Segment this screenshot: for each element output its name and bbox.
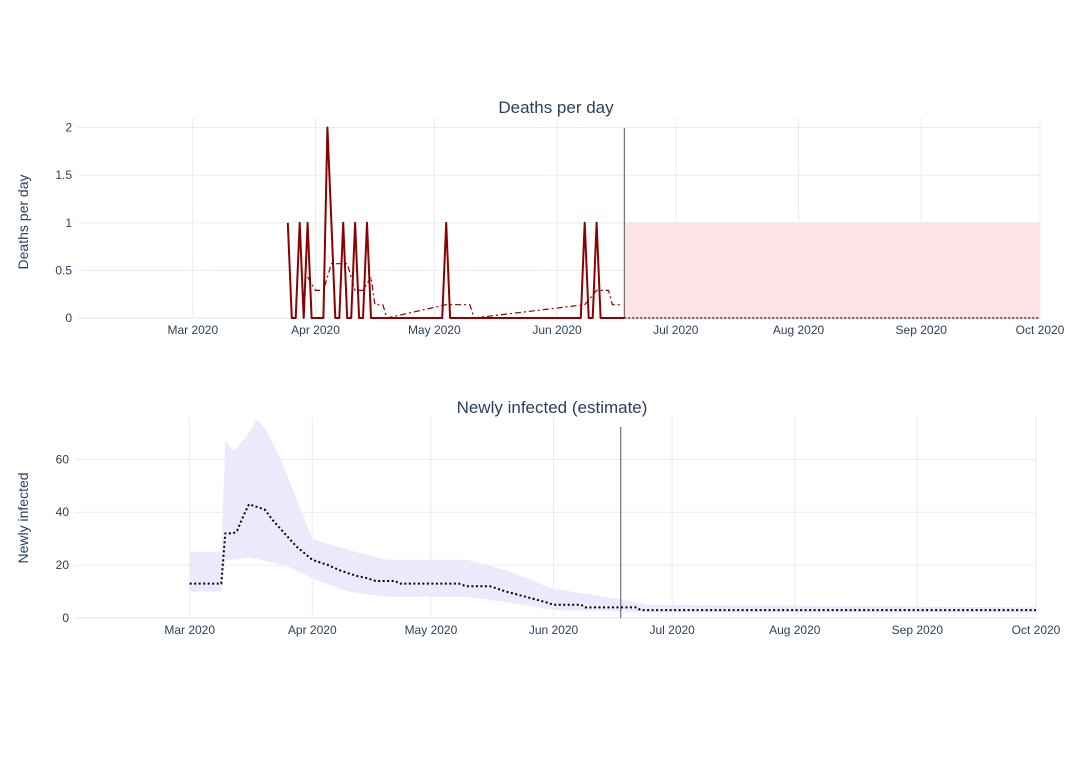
chart-2-plot: 0 20 40 60 Mar 2020 Apr 2020 May 2020 Jun 2020 J… (56, 417, 1061, 637)
chart-2-xtick: May 2020 (405, 623, 458, 637)
chart-1-ytick: 1.5 (55, 168, 72, 182)
chart-1-xtick: May 2020 (408, 323, 461, 337)
chart-1-smoothed-line (307, 263, 621, 319)
chart-2-xtick: Sep 2020 (892, 623, 944, 637)
chart-1-ytick: 0.5 (55, 263, 72, 277)
chart-1-ylabel: Deaths per day (15, 175, 31, 270)
chart-1-ytick: 2 (65, 121, 72, 135)
chart-2-xtick: Jul 2020 (649, 623, 695, 637)
chart-2-xtick: Mar 2020 (164, 623, 215, 637)
chart-1-xtick: Oct 2020 (1016, 323, 1065, 337)
chart-2-xtick: Apr 2020 (288, 623, 337, 637)
chart-1-xtick: Sep 2020 (896, 323, 948, 337)
chart-1-xtick: Mar 2020 (167, 323, 218, 337)
chart-2-xtick: Oct 2020 (1012, 623, 1061, 637)
charts-svg: Deaths per day Deaths per day Newly infe… (15, 98, 1065, 637)
chart-2-ytick: 60 (56, 452, 70, 466)
chart-2-ytick: 40 (56, 505, 70, 519)
chart-2-uncertainty-band (189, 419, 1036, 613)
chart-2-xtick: Jun 2020 (529, 623, 579, 637)
chart-1-ytick: 1 (65, 216, 72, 230)
chart-1-projection-band (624, 222, 1040, 318)
chart-2-ytick: 20 (56, 558, 70, 572)
chart-1-xtick: Jul 2020 (653, 323, 699, 337)
chart-1-plot: 0 0.5 1 1.5 2 Mar 2020 Apr 2020 May 2020 Jun 202… (55, 118, 1065, 337)
chart-1-xtick: Apr 2020 (291, 323, 340, 337)
chart-1-title: Deaths per day (498, 98, 614, 117)
chart-2-title: Newly infected (estimate) (457, 398, 648, 417)
chart-2-ylabel: Newly infected (15, 472, 31, 563)
chart-1-ytick: 0 (65, 311, 72, 325)
chart-stage: Deaths per day Deaths per day Newly infe… (0, 0, 1080, 770)
chart-1-xtick: Jun 2020 (532, 323, 582, 337)
chart-2-xtick: Aug 2020 (769, 623, 821, 637)
chart-1-xtick: Aug 2020 (773, 323, 825, 337)
chart-2-ytick: 0 (62, 611, 69, 625)
